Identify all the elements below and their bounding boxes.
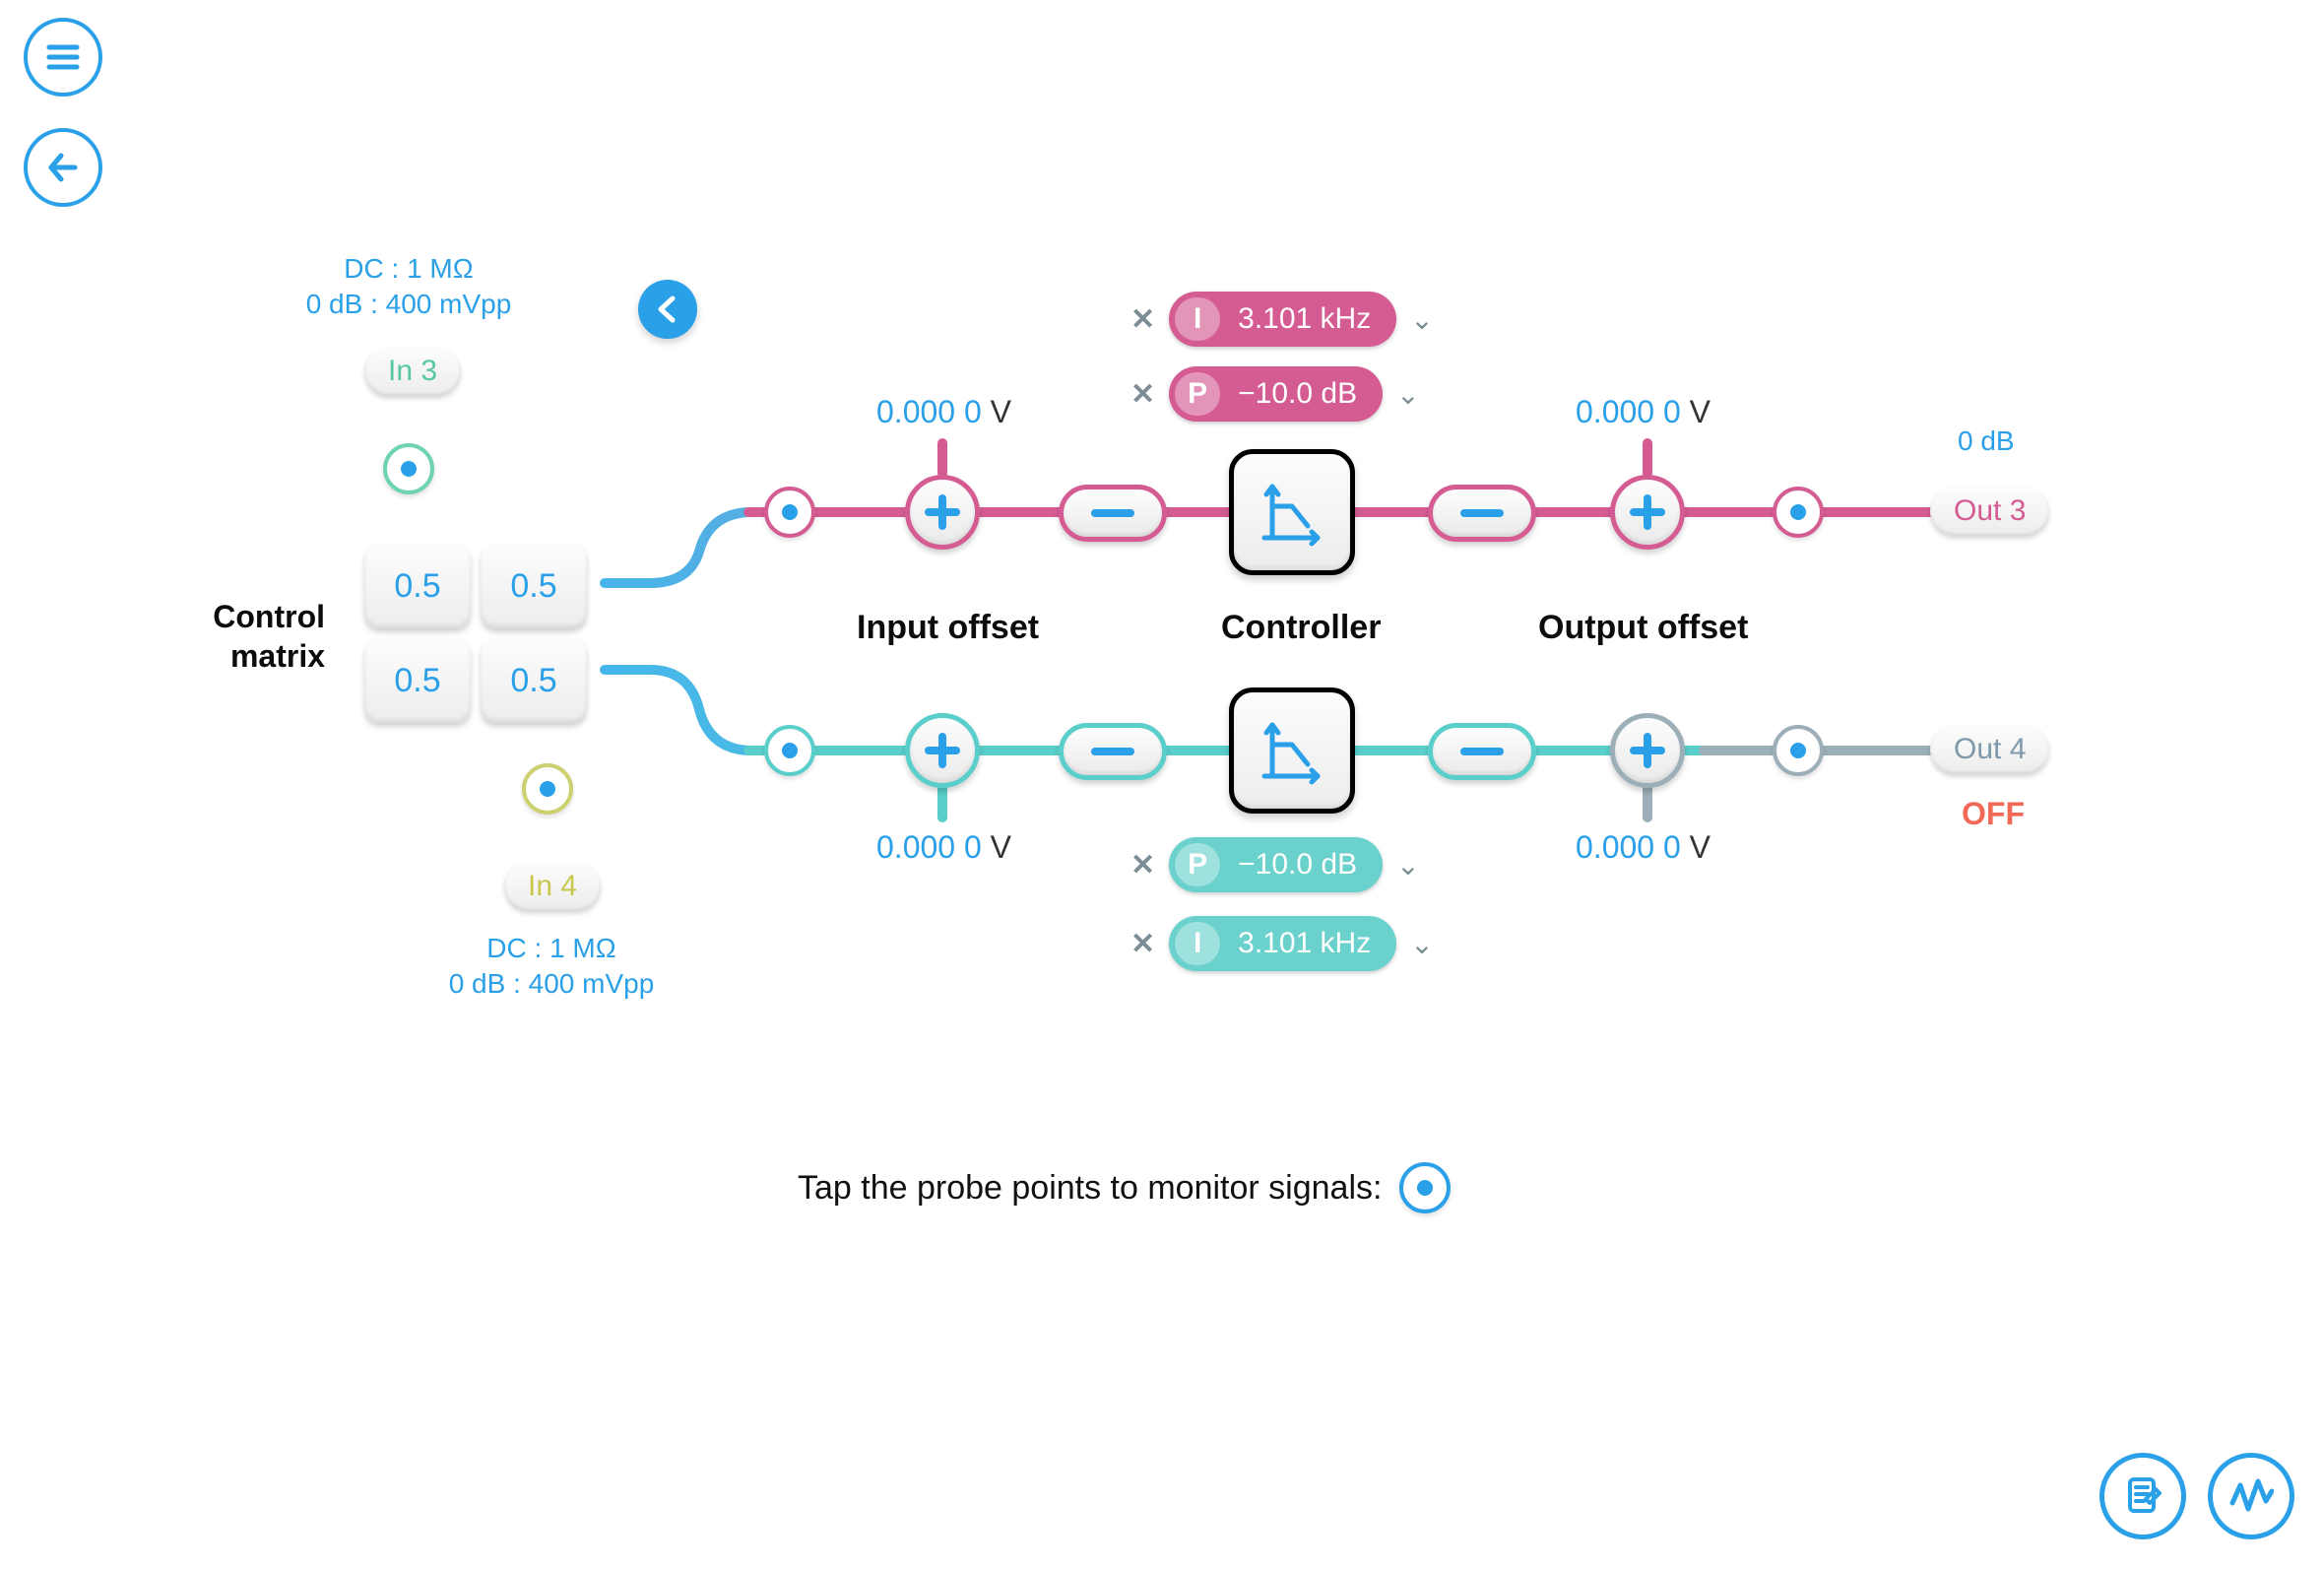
param-top-P-tag: P — [1175, 372, 1220, 416]
remove-bottom-P[interactable]: ✕ — [1130, 848, 1155, 883]
controller-bottom[interactable] — [1229, 687, 1355, 814]
remove-bottom-I[interactable]: ✕ — [1130, 927, 1155, 961]
output-3-pill[interactable]: Out 3 — [1930, 487, 2049, 536]
chevron-left-icon — [653, 294, 682, 324]
notes-icon — [2120, 1473, 2165, 1519]
input-4-pill[interactable]: In 4 — [504, 862, 601, 911]
transfer-icon — [1253, 711, 1331, 790]
out4-state: OFF — [1962, 796, 2025, 832]
bottom-minus-1[interactable] — [1059, 723, 1167, 780]
chevron-down-icon[interactable]: ⌄ — [1396, 849, 1419, 882]
param-bottom-I-value: 3.101 kHz — [1238, 927, 1371, 960]
bottom-minus-2[interactable] — [1428, 723, 1536, 780]
remove-top-I[interactable]: ✕ — [1130, 302, 1155, 337]
param-bottom-I-chip[interactable]: I 3.101 kHz — [1169, 916, 1396, 971]
in3-info-l1: DC : 1 MΩ — [344, 253, 473, 284]
control-matrix: 0.5 0.5 0.5 0.5 — [364, 544, 587, 723]
controller-top[interactable] — [1229, 449, 1355, 575]
section-input-offset: Input offset — [857, 609, 1039, 647]
param-top-I-tag: I — [1175, 297, 1220, 341]
back-button[interactable] — [24, 128, 102, 207]
bottom-input-offset-plus[interactable] — [905, 713, 980, 788]
section-controller: Controller — [1221, 609, 1381, 647]
bottom-output-offset-plus[interactable] — [1610, 713, 1685, 788]
matrix-cell-00[interactable]: 0.5 — [364, 544, 471, 628]
param-bottom-P-chip[interactable]: P −10.0 dB — [1169, 837, 1383, 892]
probe-top-1[interactable] — [764, 487, 815, 538]
top-minus-1[interactable] — [1059, 485, 1167, 542]
control-matrix-label: Control matrix — [197, 597, 325, 676]
probe-top-2[interactable] — [1773, 487, 1824, 538]
bottom-output-offset-value[interactable]: 0.000 0 V — [1576, 829, 1711, 866]
param-top-I-value: 3.101 kHz — [1238, 302, 1371, 336]
bottom-input-offset-value[interactable]: 0.000 0 V — [876, 829, 1011, 866]
param-bottom-I-row: ✕ I 3.101 kHz ⌄ — [1130, 916, 1434, 971]
collapse-button[interactable] — [638, 280, 697, 339]
in4-info-l2: 0 dB : 400 mVpp — [449, 968, 655, 999]
param-top-P-value: −10.0 dB — [1238, 377, 1357, 411]
section-output-offset: Output offset — [1538, 609, 1748, 647]
probe-in3[interactable] — [383, 443, 434, 494]
probe-in4[interactable] — [522, 763, 573, 815]
param-top-P-row: ✕ P −10.0 dB ⌄ — [1130, 366, 1420, 422]
top-input-offset-plus[interactable] — [905, 475, 980, 550]
param-bottom-I-tag: I — [1175, 922, 1220, 965]
param-bottom-P-tag: P — [1175, 843, 1220, 886]
top-output-offset-value[interactable]: 0.000 0 V — [1576, 394, 1711, 430]
output-4-label: Out 4 — [1954, 733, 2026, 765]
top-input-offset-value[interactable]: 0.000 0 V — [876, 394, 1011, 430]
menu-button[interactable] — [24, 18, 102, 97]
param-bottom-P-value: −10.0 dB — [1238, 848, 1357, 882]
in4-info: DC : 1 MΩ 0 dB : 400 mVpp — [404, 931, 699, 1003]
in4-info-l1: DC : 1 MΩ — [486, 933, 615, 963]
output-3-label: Out 3 — [1954, 494, 2026, 527]
probe-hint-icon — [1399, 1162, 1451, 1213]
arrow-left-icon — [41, 146, 85, 189]
probe-bottom-1[interactable] — [764, 725, 815, 776]
input-3-label: In 3 — [388, 355, 437, 387]
in3-info: DC : 1 MΩ 0 dB : 400 mVpp — [295, 251, 522, 323]
probe-hint-text: Tap the probe points to monitor signals: — [798, 1169, 1382, 1208]
input-3-pill[interactable]: In 3 — [364, 347, 461, 396]
matrix-cell-10[interactable]: 0.5 — [364, 638, 471, 723]
notes-button[interactable] — [2099, 1453, 2186, 1539]
remove-top-P[interactable]: ✕ — [1130, 377, 1155, 412]
scope-button[interactable] — [2208, 1453, 2294, 1539]
probe-hint: Tap the probe points to monitor signals: — [798, 1162, 1451, 1213]
param-bottom-P-row: ✕ P −10.0 dB ⌄ — [1130, 837, 1420, 892]
param-top-I-row: ✕ I 3.101 kHz ⌄ — [1130, 292, 1434, 347]
top-minus-2[interactable] — [1428, 485, 1536, 542]
out3-gain: 0 dB — [1958, 424, 2015, 459]
probe-bottom-2[interactable] — [1773, 725, 1824, 776]
matrix-cell-11[interactable]: 0.5 — [481, 638, 587, 723]
waveform-icon — [2228, 1473, 2274, 1519]
chevron-down-icon[interactable]: ⌄ — [1396, 378, 1419, 411]
menu-icon — [41, 35, 85, 79]
in3-info-l2: 0 dB : 400 mVpp — [306, 289, 512, 319]
matrix-cell-01[interactable]: 0.5 — [481, 544, 587, 628]
transfer-icon — [1253, 473, 1331, 552]
output-4-pill[interactable]: Out 4 — [1930, 725, 2049, 774]
chevron-down-icon[interactable]: ⌄ — [1410, 303, 1433, 336]
input-4-label: In 4 — [528, 870, 577, 902]
param-top-P-chip[interactable]: P −10.0 dB — [1169, 366, 1383, 422]
param-top-I-chip[interactable]: I 3.101 kHz — [1169, 292, 1396, 347]
top-output-offset-plus[interactable] — [1610, 475, 1685, 550]
chevron-down-icon[interactable]: ⌄ — [1410, 928, 1433, 960]
